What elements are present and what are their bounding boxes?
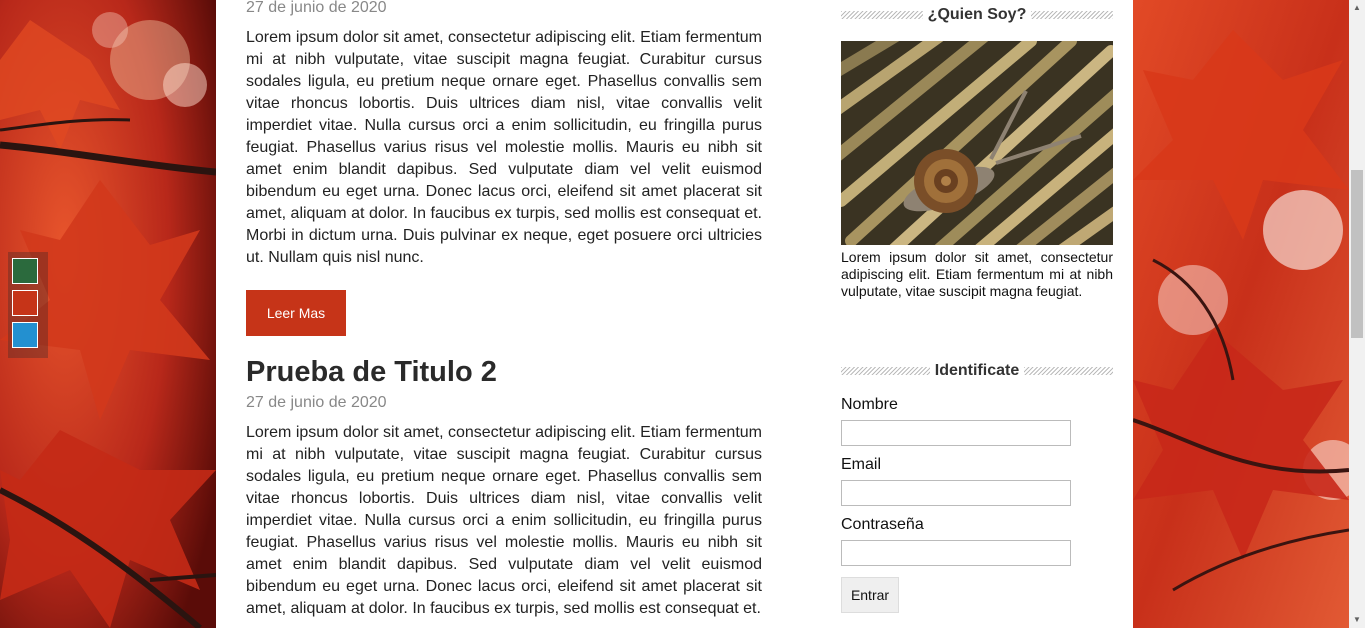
color-swatch-blue[interactable] [12, 322, 38, 348]
color-swatch-red[interactable] [12, 290, 38, 316]
page-scrollbar[interactable]: ▲ ▼ [1349, 0, 1365, 628]
scroll-down-arrow-icon[interactable]: ▼ [1349, 612, 1365, 628]
snail-photo [815, 15, 1133, 271]
title-decoration [841, 367, 930, 375]
post-date: 27 de junio de 2020 [246, 394, 387, 411]
widget-title-login: Identificate [841, 361, 1113, 381]
post-title[interactable]: Prueba de Titulo 2 [246, 354, 497, 390]
email-field[interactable] [841, 480, 1071, 506]
title-decoration [1031, 11, 1114, 19]
color-swatch-green[interactable] [12, 258, 38, 284]
widget-title-text: ¿Quien Soy? [927, 6, 1027, 23]
widget-title-about: ¿Quien Soy? [841, 5, 1114, 25]
submit-button[interactable]: Entrar [841, 577, 899, 613]
password-label: Contraseña [841, 516, 924, 533]
email-label: Email [841, 456, 882, 473]
title-decoration [841, 11, 923, 19]
background-leaves-right [1133, 0, 1349, 628]
read-more-button[interactable]: Leer Mas [246, 290, 346, 336]
title-decoration [1024, 367, 1113, 375]
post-excerpt: Lorem ipsum dolor sit amet, consectetur … [246, 424, 762, 617]
password-field[interactable] [841, 540, 1071, 566]
post-excerpt: Lorem ipsum dolor sit amet, consectetur … [246, 29, 762, 266]
about-text: Lorem ipsum dolor sit amet, consectetur … [841, 249, 1113, 299]
widget-title-text: Identificate [934, 362, 1020, 379]
page-container: 27 de junio de 2020 Lorem ipsum dolor si… [216, 0, 1133, 628]
name-field[interactable] [841, 420, 1071, 446]
scroll-up-arrow-icon[interactable]: ▲ [1349, 0, 1365, 16]
color-switcher [8, 252, 48, 358]
scrollbar-thumb[interactable] [1351, 170, 1363, 338]
name-label: Nombre [841, 396, 898, 413]
post-date: 27 de junio de 2020 [246, 0, 387, 16]
